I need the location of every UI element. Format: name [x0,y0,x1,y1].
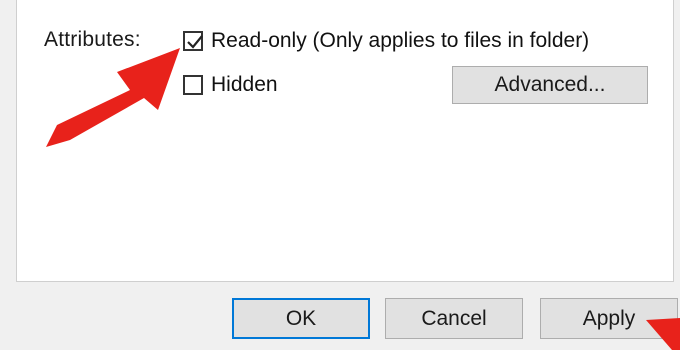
ok-button[interactable]: OK [232,298,370,339]
advanced-button[interactable]: Advanced... [452,66,648,104]
checkmark-icon [187,35,203,49]
read-only-checkbox-row[interactable]: Read-only (Only applies to files in fold… [183,28,589,54]
hidden-label: Hidden [211,73,278,96]
read-only-checkbox[interactable] [183,31,203,51]
hidden-checkbox-row[interactable]: Hidden [183,72,278,98]
attributes-label: Attributes: [44,28,141,51]
cancel-button[interactable]: Cancel [385,298,523,339]
hidden-checkbox[interactable] [183,75,203,95]
properties-dialog: Attributes: Read-only (Only applies to f… [0,0,680,350]
apply-button[interactable]: Apply [540,298,678,339]
read-only-label: Read-only (Only applies to files in fold… [211,29,590,52]
